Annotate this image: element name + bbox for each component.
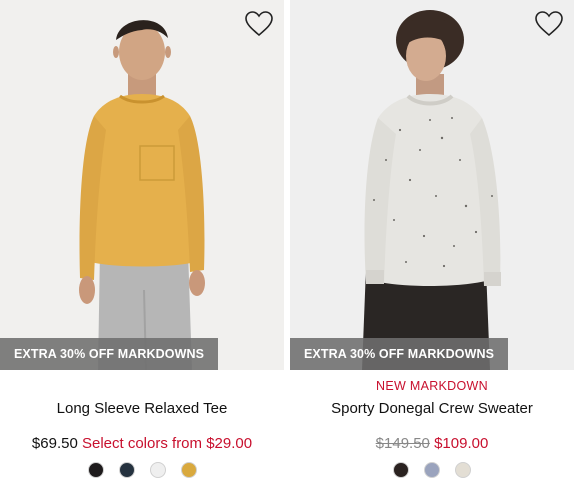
product-card-relaxed-tee[interactable]: EXTRA 30% OFF MARKDOWNS Long Sleeve Rela… [0,0,284,481]
product-image[interactable]: EXTRA 30% OFF MARKDOWNS [290,0,574,370]
color-swatches [0,462,284,478]
product-name[interactable]: Sporty Donegal Crew Sweater [290,400,574,417]
promo-banner: EXTRA 30% OFF MARKDOWNS [290,338,509,370]
model-photo-illustration [0,0,284,370]
sale-price: $109.00 [434,435,489,452]
color-swatch[interactable] [455,462,471,478]
product-price: $149.50 $109.00 [290,435,574,452]
sale-price-note: Select colors from $29.00 [81,435,253,452]
wishlist-heart-icon[interactable] [534,10,564,38]
wishlist-heart-icon[interactable] [244,10,274,38]
model-photo-illustration [290,0,574,370]
product-card-donegal-sweater[interactable]: EXTRA 30% OFF MARKDOWNS NEW MARKDOWN Spo… [290,0,574,481]
original-price: $149.50 [375,435,430,452]
regular-price: $69.50 [31,435,78,452]
color-swatch[interactable] [118,462,135,478]
color-swatch[interactable] [180,462,197,478]
color-swatch[interactable] [149,462,166,478]
product-price: $69.50 Select colors from $29.00 [0,435,284,452]
color-swatch[interactable] [87,462,104,478]
product-name[interactable]: Long Sleeve Relaxed Tee [0,400,284,417]
color-swatches [290,462,574,478]
new-markdown-badge: NEW MARKDOWN [376,379,488,393]
color-swatch[interactable] [424,462,440,478]
promo-banner: EXTRA 30% OFF MARKDOWNS [0,338,219,370]
product-grid: EXTRA 30% OFF MARKDOWNS Long Sleeve Rela… [0,0,575,481]
color-swatch[interactable] [393,462,409,478]
product-image[interactable]: EXTRA 30% OFF MARKDOWNS [0,0,284,370]
